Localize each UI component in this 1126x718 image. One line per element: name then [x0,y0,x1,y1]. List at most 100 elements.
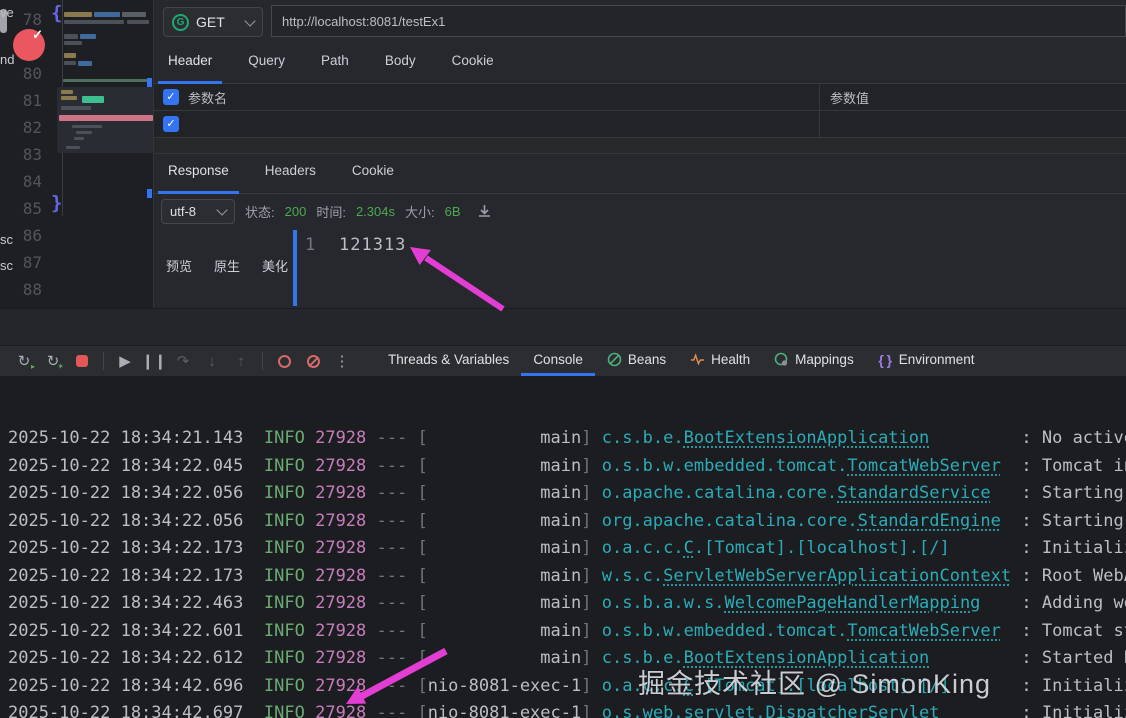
step-out-icon[interactable]: ↑ [229,349,253,373]
logger-link[interactable]: BootExtensionApplication [684,428,930,448]
tab-label: Beans [627,352,667,367]
tab-response-headers[interactable]: Headers [255,150,326,194]
http-client-panel: G GET Header Query Path Body Cookie ✓ 参数… [154,0,1126,308]
chevron-down-icon [216,203,228,216]
status-label: 状态: [245,204,275,220]
tab-query[interactable]: Query [238,40,295,84]
size-label: 大小: [405,204,435,220]
console-log-line: 2025-10-22 18:34:22.612 INFO 27928 --- [… [8,648,1126,668]
error-stripe-mark[interactable] [147,78,152,87]
console-log-line: 2025-10-22 18:34:22.056 INFO 27928 --- [… [8,483,1124,503]
view-tab-preview[interactable]: 预览 [166,256,192,275]
console-rows: 2025-10-22 18:34:21.143 INFO 27928 --- [… [0,425,1126,718]
logger-link[interactable]: WelcomePageHandlerMapping [725,593,981,613]
tab-response-cookie[interactable]: Cookie [342,150,404,194]
logger-link[interactable]: C [684,538,694,558]
console-log-line: 2025-10-22 18:34:22.173 INFO 27928 --- [… [8,565,1126,586]
logger-link[interactable]: StandardService [837,483,991,503]
param-name-header: 参数名 [188,90,228,106]
stop-icon[interactable] [70,349,94,373]
console-log[interactable]: 2025-10-22 18:34:21.143 INFO 27928 --- [… [0,377,1126,718]
line-number: 83 [22,145,42,164]
url-input[interactable] [271,5,1126,37]
more-icon[interactable]: ⋮ [330,349,354,373]
response-body-text[interactable]: 121313 [339,235,406,255]
check-icon: ✓ [32,27,43,42]
line-number: 82 [22,118,42,137]
response-tabs: Response Headers Cookie [154,150,1126,194]
chevron-down-icon [244,14,256,27]
error-stripe-mark[interactable] [147,189,152,198]
code-editor-panel[interactable]: ve nd sc sc 78808182838485868788 ✓ { } [0,0,154,308]
editor-caret-bar [293,230,297,306]
tab-path[interactable]: Path [311,40,359,84]
tab-cookie[interactable]: Cookie [442,40,504,84]
param-value-cell[interactable] [819,111,1126,137]
tab-header[interactable]: Header [158,40,223,84]
time-label: 时间: [316,204,346,220]
console-log-line: 2025-10-22 18:34:22.601 INFO 27928 --- [… [8,620,1126,641]
console-log-line: 2025-10-22 18:34:22.463 INFO 27928 --- [… [8,593,1126,613]
console-log-line: 2025-10-22 18:34:22.045 INFO 27928 --- [… [8,455,1126,476]
params-header-row: ✓ 参数名 参数值 [154,84,1126,111]
close-brace: } [51,192,63,214]
view-tab-raw[interactable]: 原生 [214,256,240,275]
http-method-value: GET [196,14,225,30]
tab-beans[interactable]: Beans [595,346,678,376]
resume-icon[interactable]: ▶ [113,349,137,373]
view-tab-beautify[interactable]: 美化 [262,256,288,275]
logger-link[interactable]: TomcatWebServer [847,456,1001,476]
get-method-icon: G [172,13,189,31]
logger-link[interactable]: C [684,676,694,696]
download-icon[interactable] [477,204,492,219]
step-over-icon[interactable]: ↷ [171,349,195,373]
mappings-icon [774,352,788,366]
select-all-checkbox[interactable]: ✓ [163,89,179,105]
run-success-badge-icon[interactable]: ✓ [13,27,45,61]
rerun-attach-icon[interactable]: ↻ ✶ [41,349,65,373]
tab-threads-variables[interactable]: Threads & Variables [376,346,521,376]
braces-icon: { } [878,351,893,368]
logger-link[interactable]: DispatcherServlet [765,703,939,718]
rerun-icon[interactable]: ↻ ▸ [12,349,36,373]
param-row[interactable]: ✓ [154,111,1126,138]
line-number: 84 [22,172,42,191]
console-log-line: 2025-10-22 18:34:21.143 INFO 27928 --- [… [8,428,1126,448]
time-value: 2.304s [355,203,395,219]
logger-link[interactable]: BootExtensionApplication [684,648,930,668]
tab-health[interactable]: Health [678,346,762,376]
tab-label: Console [533,352,583,367]
param-value-header: 参数值 [819,84,1126,110]
logger-link[interactable]: TomcatWebServer [847,621,1001,641]
panel-divider-band [0,308,1126,346]
tab-environment[interactable]: { } Environment [866,346,987,376]
param-checkbox[interactable]: ✓ [163,116,179,132]
tab-console[interactable]: Console [521,346,595,376]
debug-tabs: Threads & Variables Console Beans Health [376,346,987,376]
pause-icon[interactable]: ❙❙ [141,349,166,373]
tab-response[interactable]: Response [158,150,239,194]
tab-body[interactable]: Body [375,40,426,84]
line-number: 86 [22,226,42,245]
logger-link[interactable]: ServletWebServerApplicationContext [663,566,1011,586]
console-log-line: 2025-10-22 18:34:42.697 INFO 27928 --- [… [8,700,1126,718]
bean-icon [607,352,622,367]
mute-breakpoints-icon[interactable] [301,349,325,373]
ide-window: ve nd sc sc 78808182838485868788 ✓ { } [0,0,1126,718]
scrollbar-thumb[interactable] [0,9,7,33]
status-value: 200 [284,203,307,219]
line-number: 88 [22,280,42,299]
encoding-value: utf-8 [170,203,197,219]
http-method-select[interactable]: G GET [163,7,263,37]
tab-mappings[interactable]: Mappings [762,346,866,376]
debug-actions: ↻ ▸ ↻ ✶ ▶ ❙❙ ↷ ↓ ↑ ⋮ [0,349,354,373]
params-table: ✓ 参数名 参数值 ✓ [154,84,1126,154]
encoding-select[interactable]: utf-8 [161,198,235,224]
view-breakpoints-icon[interactable] [272,349,296,373]
step-into-icon[interactable]: ↓ [200,349,224,373]
console-log-line: 2025-10-22 18:34:22.056 INFO 27928 --- [… [8,510,1124,531]
logger-link[interactable]: StandardEngine [858,511,1001,531]
response-line-number: 1 [305,235,316,255]
tab-label: Mappings [795,352,854,367]
line-number: 87 [22,253,42,272]
